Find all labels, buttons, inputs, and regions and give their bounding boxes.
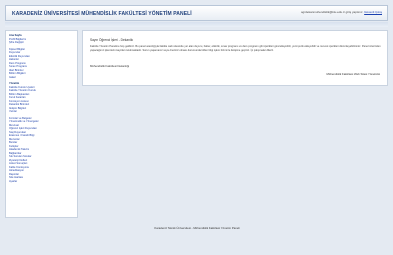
welcome-title: Sayın Öğrenci İşleri - Dekanlık bbox=[90, 38, 134, 42]
logout-link[interactable]: Güvenli Çıkış bbox=[364, 10, 382, 14]
logged-in-user-text: ogrdekanmuhendislik@ktu.edu.tr giriş yap… bbox=[300, 10, 364, 14]
welcome-panel: Sayın Öğrenci İşleri - Dekanlık Fakülte … bbox=[82, 30, 388, 86]
sidebar-menu: Ana Sayfa Profil Bilgilerim Şifre Değişt… bbox=[5, 30, 78, 218]
welcome-body: Fakülte Yönetim Paneline hoş geldiniz. B… bbox=[90, 45, 381, 52]
sidebar-item-password[interactable]: Şifre Değiştir bbox=[9, 41, 74, 45]
header-divider bbox=[5, 22, 388, 27]
sidebar-item-gallery[interactable]: Galeri bbox=[9, 76, 74, 80]
user-info: ogrdekanmuhendislik@ktu.edu.tr giriş yap… bbox=[301, 10, 382, 14]
page-header: KARADENİZ ÜNİVERSİTESİ MÜHENDİSLİK FAKÜL… bbox=[5, 5, 388, 21]
page-footer: Karadeniz Teknik Üniversitesi - Mühendis… bbox=[154, 226, 240, 230]
page-title: KARADENİZ ÜNİVERSİTESİ MÜHENDİSLİK FAKÜL… bbox=[12, 11, 192, 17]
site-manager-label: Mühendislik Fakültesi Web Sitesi Yönetic… bbox=[326, 72, 380, 76]
sidebar-item-posts[interactable]: Yazılar bbox=[9, 110, 74, 114]
sidebar-item-settings[interactable]: Ayarlar bbox=[9, 180, 74, 184]
welcome-signature: Mühendislik Fakültesi Dekanlığı bbox=[90, 64, 130, 68]
